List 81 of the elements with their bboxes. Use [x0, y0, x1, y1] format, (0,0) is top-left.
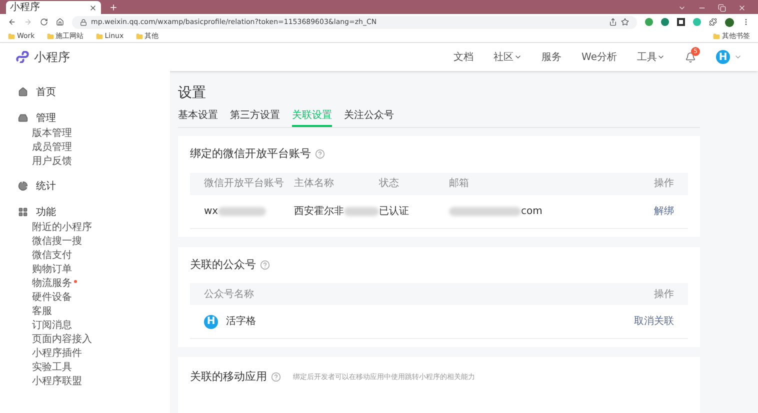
sidebar-item[interactable]: 页面内容接入 — [32, 335, 92, 345]
reload-icon[interactable] — [40, 18, 48, 26]
section-title: 绑定的微信开放平台账号 — [190, 146, 311, 162]
sidebar-item[interactable]: 硬件设备 — [32, 293, 72, 303]
logo-text: 小程序 — [34, 49, 70, 66]
nav-link[interactable]: 文档 — [454, 50, 474, 64]
page-title: 设置 — [178, 84, 206, 103]
column-header: 主体名称 — [294, 176, 335, 191]
sidebar-item[interactable]: 成员管理 — [32, 143, 72, 153]
sidebar-item[interactable]: 小程序插件 — [32, 349, 82, 359]
home-icon — [18, 87, 28, 97]
settings-tab[interactable]: 基本设置 — [178, 108, 218, 127]
sidebar-section[interactable]: 管理 — [18, 109, 170, 127]
sidebar-item[interactable]: 用户反馈 — [32, 157, 72, 167]
nav-link[interactable]: 工具 — [637, 50, 665, 64]
redaction-blur — [344, 206, 379, 216]
account-avatar: H — [204, 314, 218, 328]
table-cell-text: 已认证 — [379, 204, 409, 218]
help-icon[interactable] — [271, 372, 281, 382]
sidebar-section[interactable]: 首页 — [18, 83, 170, 101]
share-icon[interactable] — [609, 18, 617, 26]
caret-icon — [657, 53, 665, 61]
star-icon[interactable] — [621, 18, 629, 26]
sidebar-item[interactable]: 订阅消息 — [32, 321, 72, 331]
folder-icon — [96, 32, 103, 40]
column-header: 公众号名称 — [204, 288, 254, 302]
help-icon[interactable] — [260, 260, 270, 270]
table-cell-text: wx — [204, 204, 218, 218]
caret-icon[interactable] — [734, 53, 742, 61]
new-tab-icon[interactable] — [109, 3, 118, 12]
logo-icon — [16, 51, 30, 63]
column-header: 操作 — [653, 177, 674, 191]
settings-tab[interactable]: 第三方设置 — [230, 108, 280, 127]
back-icon[interactable] — [8, 18, 16, 26]
nav-link[interactable]: 社区 — [494, 50, 522, 64]
sidebar-item[interactable]: 购物订单 — [32, 265, 72, 275]
inbox-icon — [18, 113, 28, 123]
sidebar-item[interactable]: 实验工具 — [32, 363, 72, 373]
folder-icon — [8, 32, 15, 40]
grid-icon — [18, 207, 28, 217]
settings-tab[interactable]: 关注公众号 — [344, 108, 394, 127]
table-cell-text: com — [521, 204, 542, 218]
section-title: 关联的移动应用 — [190, 369, 267, 385]
table-cell-text: 西安霍尔非 — [294, 204, 344, 218]
close-icon[interactable] — [89, 4, 97, 12]
sidebar-section[interactable]: 功能 — [18, 203, 170, 221]
sidebar-item[interactable]: 附近的小程序 — [32, 223, 92, 233]
puzzle-icon[interactable] — [709, 18, 717, 26]
redaction-blur — [218, 206, 266, 216]
sidebar-item[interactable]: 微信搜一搜 — [32, 237, 82, 247]
unbind-link[interactable]: 解绑 — [634, 204, 674, 218]
tab-title: 小程序 — [10, 2, 40, 12]
folder-icon — [713, 32, 720, 40]
nav-link[interactable]: 服务 — [542, 50, 562, 64]
sidebar-item[interactable]: 微信支付 — [32, 251, 72, 261]
table-cell-text: 活字格 — [226, 314, 256, 329]
pie-chart-icon — [18, 181, 28, 191]
caret-icon — [514, 53, 522, 61]
browser-tab[interactable]: 小程序 — [6, 1, 101, 14]
column-header: 微信开放平台账号 — [204, 176, 285, 191]
folder-icon — [46, 32, 54, 40]
column-header: 邮箱 — [449, 176, 470, 191]
column-header: 状态 — [379, 176, 400, 191]
sidebar-section[interactable]: 统计 — [18, 177, 170, 195]
sidebar-item[interactable]: 版本管理 — [32, 129, 72, 139]
redaction-blur — [449, 206, 521, 216]
lock-icon — [80, 18, 87, 26]
tab-search-icon[interactable] — [678, 4, 686, 12]
sidebar-item[interactable]: 客服 — [32, 307, 52, 317]
sidebar-item[interactable]: 物流服务 — [32, 279, 72, 289]
nav-link[interactable]: We分析 — [582, 50, 617, 64]
home-icon[interactable] — [56, 18, 64, 26]
sidebar-item[interactable]: 小程序联盟 — [32, 377, 82, 387]
folder-icon — [136, 32, 143, 40]
bell-icon[interactable] — [685, 52, 696, 62]
unlink-link[interactable]: 取消关联 — [634, 314, 674, 329]
section-title: 关联的公众号 — [190, 256, 256, 272]
restore-icon[interactable] — [718, 4, 726, 12]
column-header: 操作 — [654, 288, 674, 302]
help-icon[interactable] — [315, 149, 325, 160]
profile-avatar[interactable] — [725, 18, 734, 26]
